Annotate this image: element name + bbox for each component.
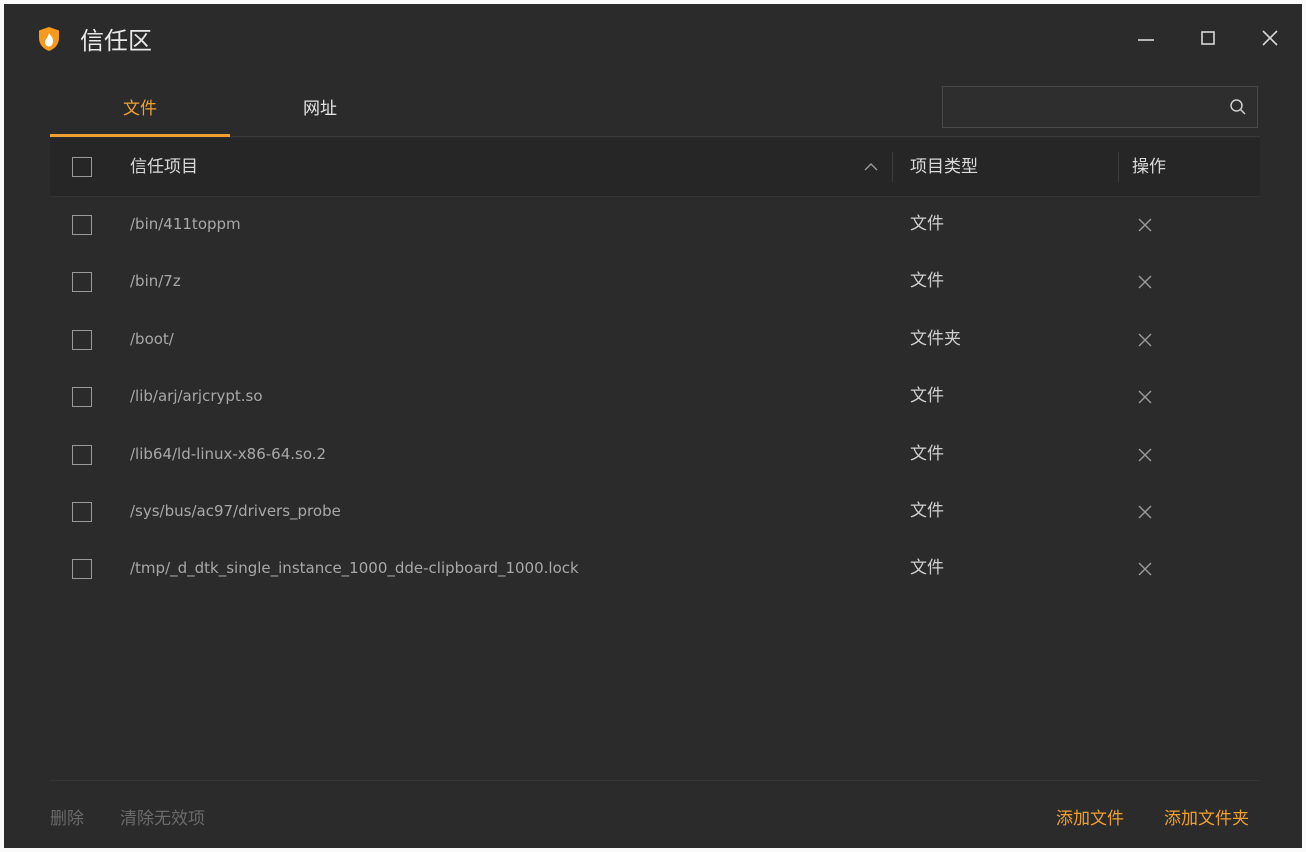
clear-invalid-button[interactable]: 清除无效项: [120, 804, 205, 829]
delete-x-icon[interactable]: [1138, 333, 1152, 347]
maximize-icon: [1201, 31, 1215, 45]
add-file-button[interactable]: 添加文件: [1056, 804, 1124, 829]
table-row[interactable]: /boot/ 文件夹: [50, 311, 1260, 368]
item-type: 文件夹: [910, 328, 961, 349]
search-input[interactable]: [943, 87, 1233, 127]
row-checkbox[interactable]: [72, 329, 92, 350]
delete-button[interactable]: 删除: [50, 804, 84, 829]
title-bar: 信任区: [4, 4, 1302, 76]
table-row[interactable]: /bin/7z 文件: [50, 253, 1260, 310]
item-type: 文件: [910, 443, 944, 464]
add-folder-button[interactable]: 添加文件夹: [1164, 804, 1249, 829]
window-title: 信任区: [80, 27, 152, 55]
table-row[interactable]: /tmp/_d_dtk_single_instance_1000_dde-cli…: [50, 540, 1260, 597]
row-checkbox[interactable]: [72, 387, 92, 408]
item-type: 文件: [910, 271, 944, 292]
search-icon[interactable]: [1229, 98, 1247, 116]
search-box: [942, 86, 1258, 128]
table-body: /bin/411toppm 文件 /bin/7z 文件 /boot/ 文件夹 /…: [50, 196, 1260, 598]
trust-zone-window: 信任区 文件 网址 信任项目 项目类型 操作 /bin/411toppm 文件 …: [4, 4, 1302, 848]
row-checkbox[interactable]: [72, 501, 92, 522]
shield-logo-icon: [39, 27, 59, 51]
item-path: /tmp/_d_dtk_single_instance_1000_dde-cli…: [130, 559, 579, 578]
column-header-type: 项目类型: [910, 157, 978, 177]
delete-x-icon[interactable]: [1138, 218, 1152, 232]
footer-divider: [50, 780, 1260, 781]
delete-x-icon[interactable]: [1138, 390, 1152, 404]
item-path: /bin/411toppm: [130, 215, 241, 233]
column-divider[interactable]: [1118, 152, 1119, 182]
delete-x-icon[interactable]: [1138, 562, 1152, 576]
table-row[interactable]: /sys/bus/ac97/drivers_probe 文件: [50, 483, 1260, 540]
table-header: 信任项目 项目类型 操作: [50, 138, 1260, 197]
table-row[interactable]: /lib/arj/arjcrypt.so 文件: [50, 368, 1260, 425]
row-checkbox[interactable]: [72, 559, 92, 580]
tab-files[interactable]: 文件: [50, 76, 230, 137]
maximize-button[interactable]: [1192, 22, 1224, 54]
item-path: /bin/7z: [130, 272, 181, 291]
row-checkbox[interactable]: [72, 215, 92, 235]
tab-bar: 文件 网址: [50, 76, 1260, 137]
item-type: 文件: [910, 500, 944, 521]
tab-urls[interactable]: 网址: [230, 76, 410, 136]
item-path: /sys/bus/ac97/drivers_probe: [130, 501, 341, 520]
delete-x-icon[interactable]: [1138, 448, 1152, 462]
delete-x-icon[interactable]: [1138, 275, 1152, 289]
item-path: /lib/arj/arjcrypt.so: [130, 387, 263, 406]
minimize-icon: [1138, 39, 1154, 41]
column-divider[interactable]: [892, 152, 893, 182]
sort-up-icon[interactable]: [862, 158, 880, 176]
close-icon: [1262, 30, 1278, 46]
table-row[interactable]: /lib64/ld-linux-x86-64.so.2 文件: [50, 426, 1260, 483]
item-path: /lib64/ld-linux-x86-64.so.2: [130, 444, 327, 463]
item-path: /boot/: [130, 329, 174, 348]
select-all-checkbox[interactable]: [72, 157, 92, 177]
minimize-button[interactable]: [1130, 22, 1162, 54]
item-type: 文件: [910, 214, 944, 234]
table-row[interactable]: /bin/411toppm 文件: [50, 196, 1260, 253]
row-checkbox[interactable]: [72, 444, 92, 465]
delete-x-icon[interactable]: [1138, 505, 1152, 519]
close-button[interactable]: [1254, 22, 1286, 54]
column-header-operation: 操作: [1132, 157, 1166, 177]
row-checkbox[interactable]: [72, 272, 92, 293]
item-type: 文件: [910, 386, 944, 407]
column-header-name[interactable]: 信任项目: [130, 138, 198, 196]
item-type: 文件: [910, 558, 944, 579]
